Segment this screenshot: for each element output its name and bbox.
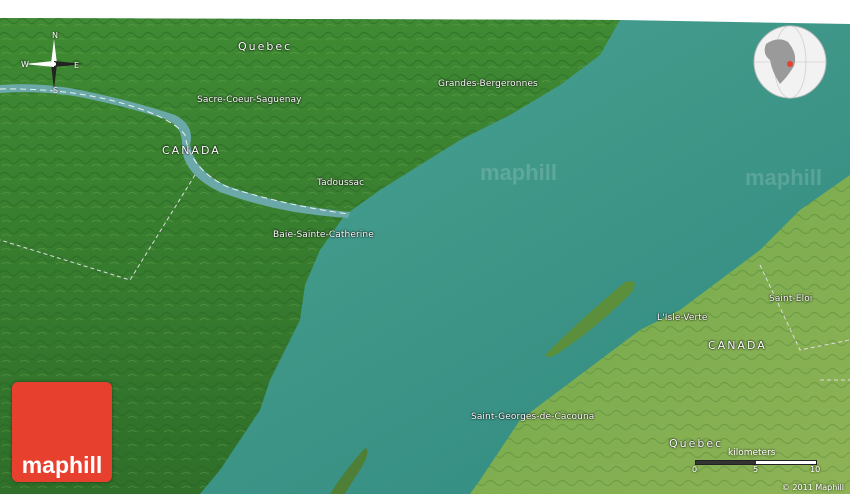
compass-east-label: E	[74, 61, 80, 70]
scale-tick-label: 10	[810, 465, 821, 474]
place-label: Tadoussac	[317, 178, 365, 188]
watermark: maphill	[480, 160, 558, 185]
place-label: Sacre-Coeur-Saguenay	[197, 95, 302, 105]
brand-label: maphill	[21, 452, 103, 478]
place-label: Saint-Georges-de-Cacouna	[471, 412, 595, 422]
copyright-text: © 2011 Maphill	[781, 483, 844, 492]
terrain-map	[0, 0, 850, 494]
place-label: Saint-Eloi	[769, 294, 813, 304]
watermark: maphill	[440, 0, 518, 17]
compass-rose: N S E W	[14, 31, 94, 95]
place-label: L'Isle-Verte	[657, 313, 708, 323]
map-view[interactable]: maphill maphill maphill N S E W Quebec C…	[0, 0, 850, 494]
globe-icon	[753, 25, 827, 99]
compass-west-label: W	[21, 60, 29, 69]
locator-globe	[748, 24, 832, 100]
place-label: Baie-Sainte-Catherine	[273, 230, 374, 240]
scale-unit-label: kilometers	[728, 448, 776, 458]
region-label-canada: CANADA	[162, 144, 221, 157]
scale-tick-label: 0	[692, 465, 698, 474]
place-label: Grandes-Bergeronnes	[438, 79, 538, 89]
compass-north-label: N	[52, 31, 58, 40]
compass-south-label: S	[53, 86, 59, 95]
region-label-quebec: Quebec	[238, 40, 293, 53]
watermark: maphill	[745, 165, 823, 190]
maphill-logo[interactable]: maphill	[12, 382, 112, 482]
region-label-canada: CANADA	[708, 339, 767, 352]
scale-tick-label: 5	[753, 465, 759, 474]
scale-bar: kilometers 0 5 10	[690, 448, 825, 478]
